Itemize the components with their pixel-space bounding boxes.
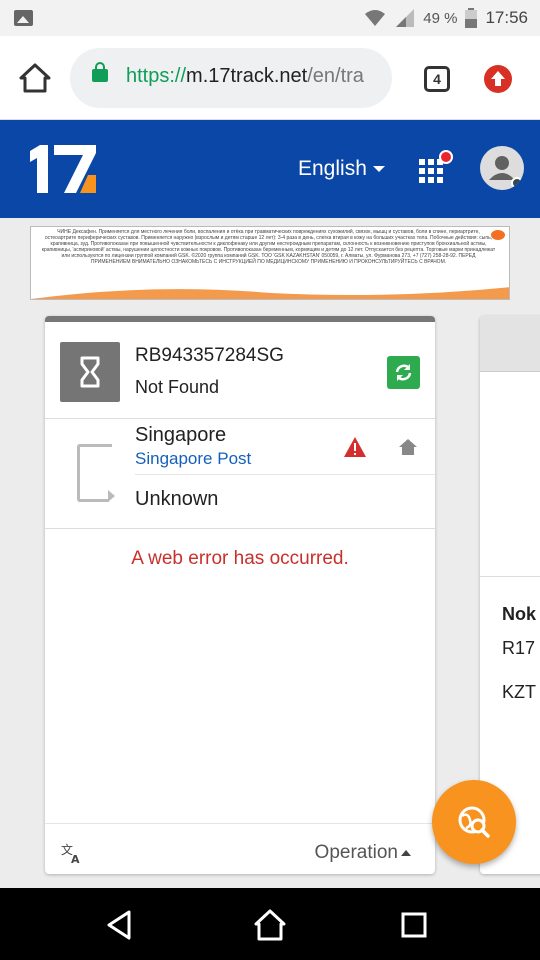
destination-country: Unknown xyxy=(135,488,219,510)
chevron-down-icon xyxy=(372,166,385,173)
error-message: A web error has occurred. xyxy=(131,548,349,569)
browser-toolbar: https://m.17track.net/en/tra 4 xyxy=(0,36,540,120)
clock: 17:56 xyxy=(485,8,528,27)
battery-percent: 49 % xyxy=(423,9,458,27)
address-bar[interactable]: https://m.17track.net/en/tra xyxy=(70,48,392,108)
divider xyxy=(45,823,435,824)
refresh-icon[interactable] xyxy=(387,356,420,389)
divider xyxy=(45,418,435,419)
home-icon[interactable] xyxy=(18,62,52,94)
translate-icon[interactable]: 文 A xyxy=(61,842,83,864)
warning-icon[interactable] xyxy=(343,436,367,458)
update-arrow-icon[interactable] xyxy=(484,65,512,93)
17track-logo[interactable] xyxy=(30,145,100,193)
ad-banner[interactable]: ЧИНЕ Дексафен. Применяется для местного … xyxy=(30,226,510,300)
home-outline-icon[interactable] xyxy=(253,908,287,942)
divider xyxy=(480,576,540,577)
url-text: https://m.17track.net/en/tra xyxy=(126,65,364,87)
hourglass-icon xyxy=(60,342,120,402)
card2-title: Nok xyxy=(502,604,537,624)
origin-country: Singapore xyxy=(135,424,227,446)
signal-icon xyxy=(396,9,415,27)
app-header: English xyxy=(0,120,540,218)
tracking-number[interactable]: RB943357284SG xyxy=(135,345,284,367)
status-bar: 49 % 17:56 xyxy=(0,0,540,36)
gsk-logo xyxy=(491,230,505,240)
card-header xyxy=(480,316,540,372)
battery-icon xyxy=(465,8,478,28)
divider xyxy=(135,474,435,475)
notification-badge xyxy=(439,150,453,164)
tracking-card: RB943357284SG Not Found Singapore Singap… xyxy=(45,316,435,874)
ad-stripe xyxy=(31,287,509,299)
language-selector[interactable]: English xyxy=(298,157,385,181)
user-avatar-icon[interactable] xyxy=(480,146,524,190)
ad-text: ЧИНЕ Дексафен. Применяется для местного … xyxy=(41,229,496,265)
operation-menu-button[interactable]: Operation xyxy=(315,842,411,864)
system-nav-bar xyxy=(0,888,540,960)
lock-icon xyxy=(92,62,108,82)
back-triangle-icon[interactable] xyxy=(103,908,137,942)
divider xyxy=(45,528,435,529)
caret-up-icon xyxy=(401,849,411,856)
carrier-link[interactable]: Singapore Post xyxy=(135,449,251,469)
tabs-icon[interactable]: 4 xyxy=(424,66,450,92)
card2-number: R17 xyxy=(502,638,536,658)
card2-country: KZT xyxy=(502,682,536,702)
home-icon[interactable] xyxy=(398,438,418,456)
route-bracket-icon xyxy=(77,444,112,502)
recents-square-icon[interactable] xyxy=(397,908,431,942)
tracking-status: Not Found xyxy=(135,377,220,397)
wifi-icon xyxy=(365,10,386,26)
image-icon xyxy=(14,10,33,26)
apps-grid-icon[interactable] xyxy=(419,150,455,189)
svg-text:A: A xyxy=(71,853,80,864)
globe-search-icon[interactable] xyxy=(432,780,516,864)
